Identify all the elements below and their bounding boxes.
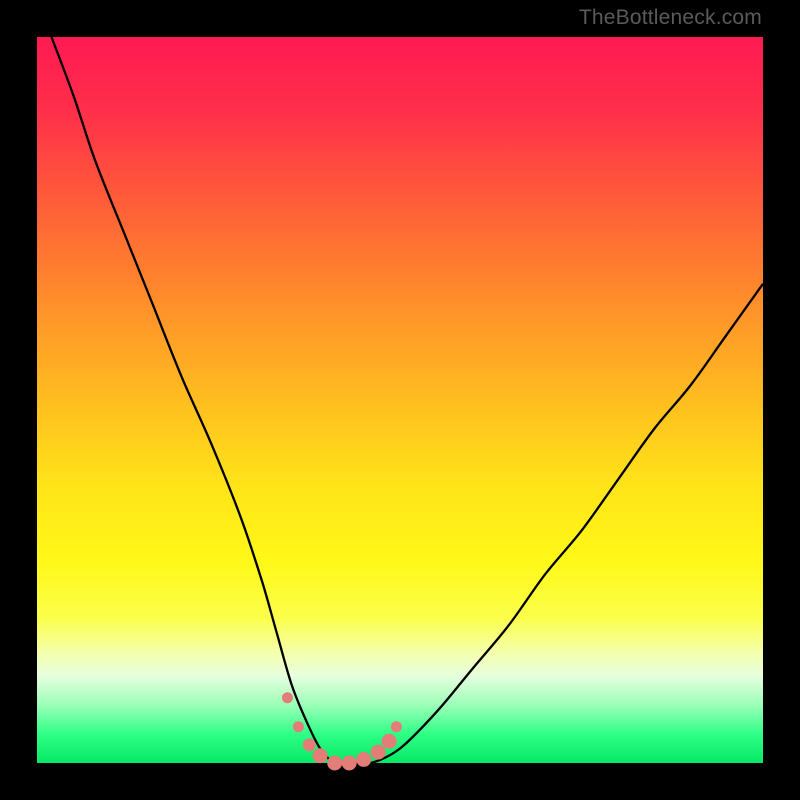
bottleneck-curve	[52, 37, 764, 764]
watermark-text: TheBottleneck.com	[579, 6, 762, 30]
trough-marker	[391, 722, 401, 732]
trough-marker	[313, 749, 327, 763]
trough-marker	[371, 745, 385, 759]
trough-marker	[303, 739, 315, 751]
curve-svg	[37, 37, 763, 763]
trough-marker	[283, 693, 293, 703]
trough-marker	[328, 756, 342, 770]
trough-marker	[357, 752, 371, 766]
trough-marker	[293, 722, 303, 732]
chart-frame: TheBottleneck.com	[0, 0, 800, 800]
plot-area	[37, 37, 763, 763]
trough-marker	[382, 734, 396, 748]
trough-marker	[342, 756, 356, 770]
